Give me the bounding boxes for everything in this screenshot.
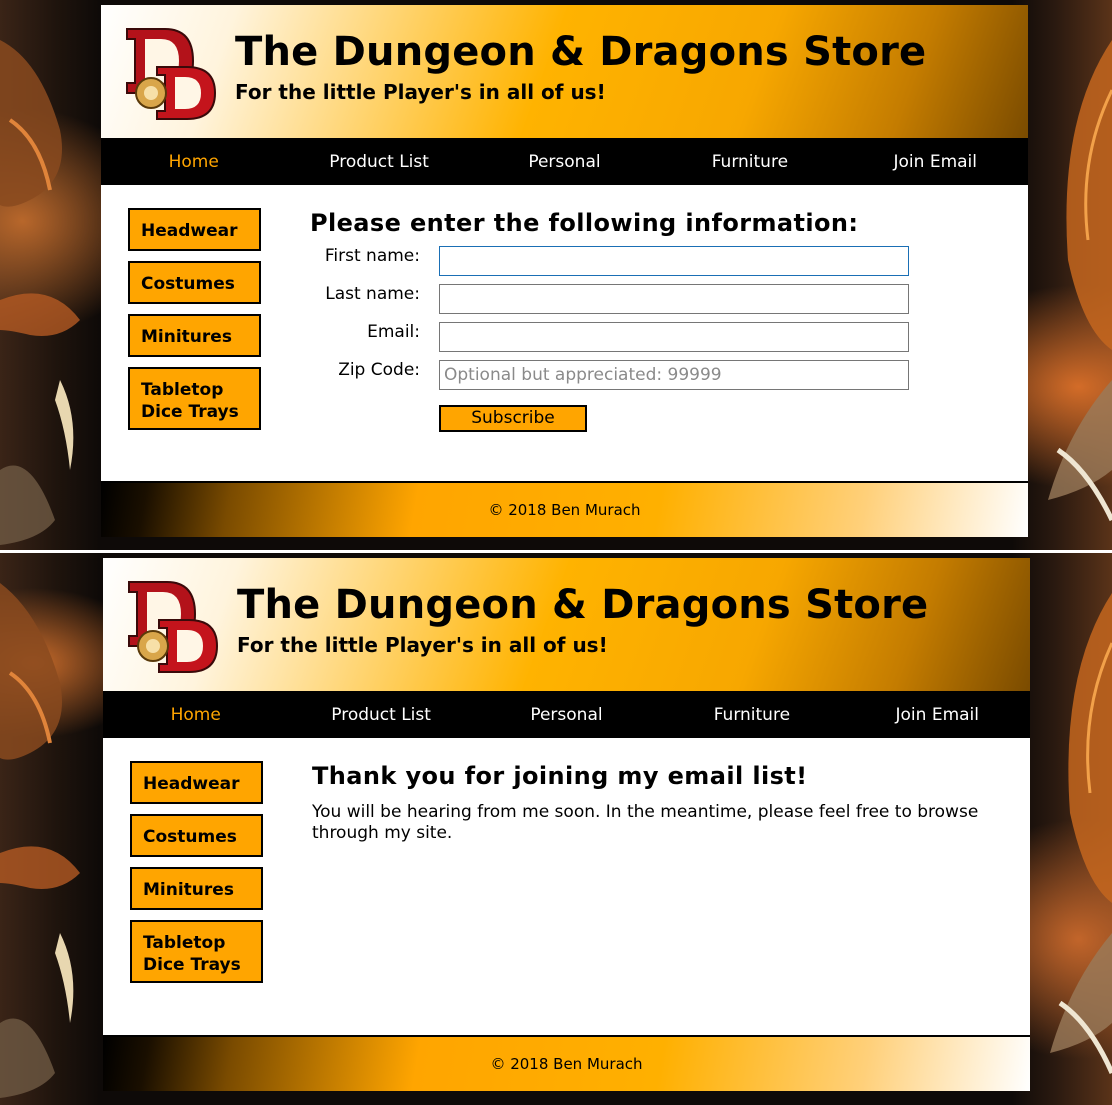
page-container: The Dungeon & Dragons Store For the litt… [101, 5, 1028, 537]
nav-personal[interactable]: Personal [474, 705, 659, 725]
dnd-logo-icon [128, 581, 219, 673]
main-nav: Home Product List Personal Furniture Joi… [101, 138, 1028, 185]
email-row: Email: [310, 319, 1008, 357]
sidebar-item-costumes[interactable]: Costumes [128, 261, 261, 304]
content-area: Headwear Costumes Minitures Tabletop Dice… [101, 185, 1028, 481]
zip-row: Zip Code: [310, 357, 1008, 395]
site-header: The Dungeon & Dragons Store For the litt… [101, 5, 1028, 138]
subscribe-row: Subscribe [310, 395, 1008, 435]
main-nav: Home Product List Personal Furniture Joi… [103, 691, 1030, 738]
email-field[interactable] [439, 322, 909, 352]
nav-home[interactable]: Home [101, 152, 286, 172]
sidebar-item-label: Costumes [143, 827, 237, 847]
page-container: The Dungeon & Dragons Store For the litt… [103, 558, 1030, 1091]
site-subtitle: For the little Player's in all of us! [237, 633, 608, 657]
sidebar-item-label-line1: Tabletop [143, 933, 226, 953]
email-label: Email: [367, 322, 420, 342]
nav-product-list[interactable]: Product List [286, 152, 471, 172]
site-header: The Dungeon & Dragons Store For the litt… [103, 558, 1030, 691]
sidebar-item-tabletop-dice-trays[interactable]: Tabletop Dice Trays [130, 920, 263, 983]
sidebar-item-headwear[interactable]: Headwear [130, 761, 263, 804]
zip-field[interactable] [439, 360, 909, 390]
screenshot-thanks-page: The Dungeon & Dragons Store For the litt… [0, 553, 1112, 1105]
last-name-row: Last name: [310, 281, 1008, 319]
dragon-background-left [0, 583, 80, 1098]
nav-home[interactable]: Home [103, 705, 288, 725]
subscribe-button[interactable]: Subscribe [439, 405, 587, 432]
nav-furniture[interactable]: Furniture [657, 152, 842, 172]
sidebar-item-costumes[interactable]: Costumes [130, 814, 263, 857]
content-area: Headwear Costumes Minitures Tabletop Dice… [103, 738, 1030, 1035]
sidebar-item-label: Headwear [141, 221, 238, 241]
sidebar-item-label: Minitures [141, 327, 232, 347]
nav-join-email[interactable]: Join Email [843, 152, 1028, 172]
last-name-field[interactable] [439, 284, 909, 314]
last-name-label: Last name: [325, 284, 420, 304]
sidebar-item-label-line1: Tabletop [141, 380, 224, 400]
sidebar-item-headwear[interactable]: Headwear [128, 208, 261, 251]
form-heading: Please enter the following information: [310, 209, 859, 237]
nav-personal[interactable]: Personal [472, 152, 657, 172]
copyright-text: © 2018 Ben Murach [488, 501, 641, 519]
sidebar-item-minitures[interactable]: Minitures [130, 867, 263, 910]
nav-product-list[interactable]: Product List [288, 705, 473, 725]
sidebar-item-label-line2: Dice Trays [141, 402, 239, 422]
first-name-label: First name: [324, 246, 420, 266]
dragon-background-right [1048, 40, 1112, 522]
dragon-background-right [1050, 593, 1112, 1075]
copyright-text: © 2018 Ben Murach [490, 1055, 643, 1073]
sidebar-item-label-line2: Dice Trays [143, 955, 241, 975]
dnd-logo-icon [126, 28, 217, 120]
thanks-heading: Thank you for joining my email list! [312, 762, 808, 790]
nav-furniture[interactable]: Furniture [659, 705, 844, 725]
sidebar: Headwear Costumes Minitures Tabletop Dice… [128, 208, 262, 440]
thanks-message: You will be hearing from me soon. In the… [312, 802, 979, 843]
signup-form: Please enter the following information: … [310, 209, 1008, 435]
site-subtitle: For the little Player's in all of us! [235, 80, 606, 104]
sidebar-item-label: Costumes [141, 274, 235, 294]
sidebar-item-label: Headwear [143, 774, 240, 794]
sidebar-item-label: Minitures [143, 880, 234, 900]
site-footer: © 2018 Ben Murach [101, 481, 1028, 537]
dragon-background-left [0, 40, 80, 545]
sidebar-item-minitures[interactable]: Minitures [128, 314, 261, 357]
screenshot-form-page: The Dungeon & Dragons Store For the litt… [0, 0, 1112, 550]
nav-join-email[interactable]: Join Email [845, 705, 1030, 725]
first-name-field[interactable] [439, 246, 909, 276]
sidebar-item-tabletop-dice-trays[interactable]: Tabletop Dice Trays [128, 367, 261, 430]
first-name-row: First name: [310, 243, 1008, 281]
site-footer: © 2018 Ben Murach [103, 1035, 1030, 1091]
site-title: The Dungeon & Dragons Store [235, 29, 927, 75]
sidebar: Headwear Costumes Minitures Tabletop Dice… [130, 761, 264, 993]
zip-label: Zip Code: [338, 360, 420, 380]
site-title: The Dungeon & Dragons Store [237, 582, 929, 628]
thanks-panel: Thank you for joining my email list! You… [312, 762, 1010, 844]
